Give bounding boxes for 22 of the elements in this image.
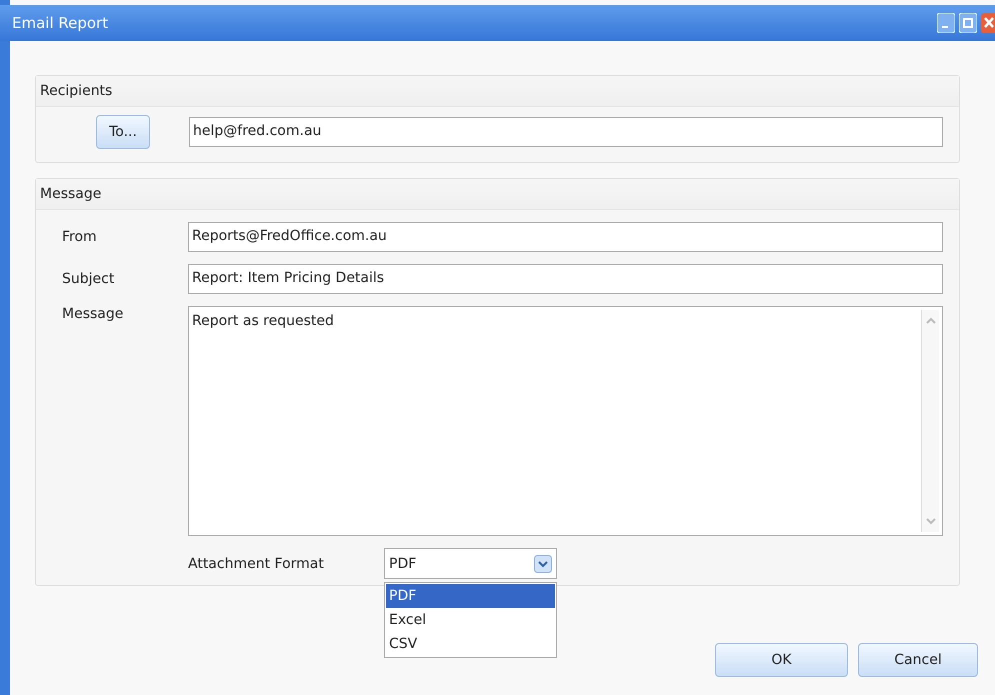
maximize-icon[interactable] (959, 13, 977, 33)
close-icon[interactable] (981, 13, 995, 33)
input-field[interactable]: Report: Item Pricing Details (188, 264, 943, 294)
dropdown-option[interactable]: Excel (386, 608, 555, 632)
dropdown-option[interactable]: CSV (386, 632, 555, 656)
dropdown-option[interactable]: PDF (386, 584, 555, 608)
section-header: Recipients (36, 76, 959, 107)
section-header: Message (36, 179, 959, 210)
field-label: Message (62, 306, 124, 322)
ok-button[interactable]: OK (715, 643, 848, 677)
to-field[interactable]: help@fred.com.au (189, 117, 943, 147)
format-dropdown[interactable]: PDF (384, 548, 557, 579)
to-button[interactable]: To... (96, 115, 150, 149)
minimize-icon[interactable] (937, 13, 955, 33)
field-label: Attachment Format (188, 556, 325, 572)
cancel-button[interactable]: Cancel (858, 643, 978, 677)
message-field[interactable]: Report as requested (188, 306, 943, 536)
window-title: Email Report (12, 14, 108, 32)
input-field[interactable]: Reports@FredOffice.com.au (188, 222, 943, 252)
field-label: From (62, 229, 98, 245)
field-label: Subject (62, 271, 116, 287)
scrollbar[interactable] (921, 310, 939, 532)
